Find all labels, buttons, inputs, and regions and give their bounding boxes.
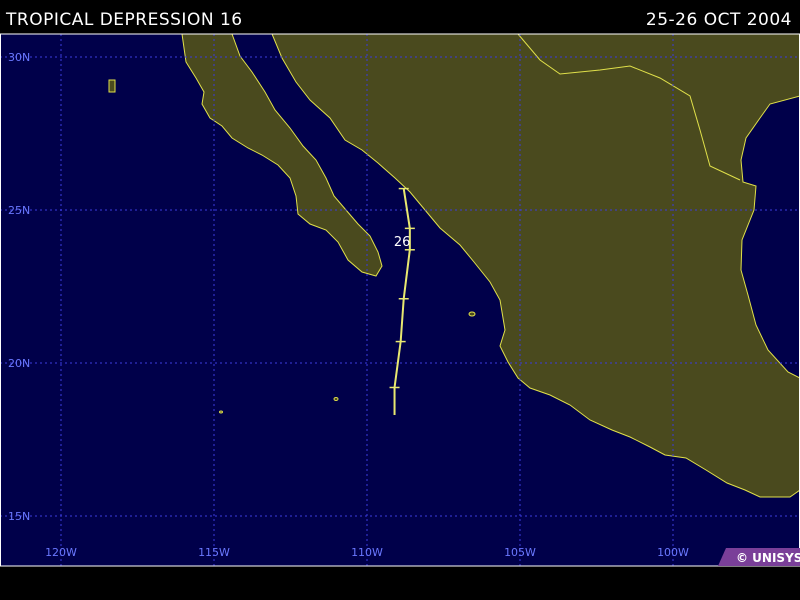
lon-label: 105W — [504, 546, 536, 559]
lat-label: 15N — [8, 510, 30, 523]
weather-map-window: TROPICAL DEPRESSION 16 25-26 OCT 2004 30… — [0, 0, 800, 600]
lat-label: 30N — [8, 51, 30, 64]
copyright-badge: © UNISYS — [718, 548, 800, 566]
island-socorro — [333, 397, 339, 401]
copyright-text: © UNISYS — [736, 551, 800, 565]
island-clarion — [219, 410, 223, 414]
day-marker-label: 26 — [394, 235, 411, 250]
island-guadalupe — [108, 79, 116, 93]
lat-label: 20N — [8, 357, 30, 370]
lon-label: 100W — [657, 546, 689, 559]
lat-label: 25N — [8, 204, 30, 217]
lon-label: 110W — [351, 546, 383, 559]
lon-label: 115W — [198, 546, 230, 559]
island-islas-marias — [468, 311, 476, 317]
map-canvas: 30N 25N 20N 15N 120W 115W 110W 105W 100W 26 © UN… — [0, 33, 800, 567]
lon-label: 120W — [45, 546, 77, 559]
